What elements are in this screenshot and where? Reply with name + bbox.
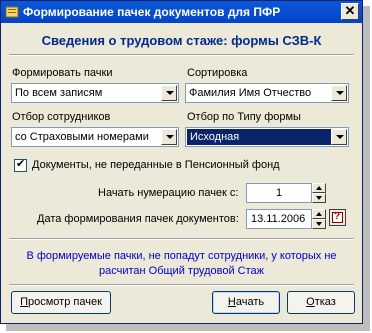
employee-filter-value: со Страховыми номерами bbox=[15, 131, 149, 143]
preview-packs-button[interactable]: Просмотр пачек bbox=[11, 291, 111, 314]
spin-up-icon[interactable] bbox=[312, 183, 326, 193]
date-value: 13.11.2006 bbox=[251, 213, 306, 225]
employee-filter-label: Отбор сотрудников bbox=[12, 111, 111, 123]
sort-value: Фамилия Имя Отчество bbox=[189, 87, 312, 99]
form-type-value: Исходная bbox=[187, 129, 337, 145]
chevron-down-icon[interactable] bbox=[161, 129, 177, 145]
sort-label: Сортировка bbox=[187, 67, 248, 79]
cancel-button[interactable]: Отказ bbox=[287, 291, 355, 314]
warning-note: В формируемые пачки, не попадут сотрудни… bbox=[11, 249, 352, 279]
preview-packs-label: росмотр пачек bbox=[28, 296, 102, 308]
dialog-window: Формирование пачек документов для ПФР ✕ … bbox=[0, 0, 363, 324]
form-packs-combo[interactable]: По всем записям bbox=[11, 83, 179, 103]
numbering-input[interactable]: 1 bbox=[246, 183, 312, 203]
form-heading: Сведения о трудовом стаже: формы СЗВ-К bbox=[41, 33, 322, 48]
close-button[interactable]: ✕ bbox=[341, 3, 359, 20]
window-title: Формирование пачек документов для ПФР bbox=[23, 5, 281, 19]
cancel-label: тказ bbox=[314, 296, 336, 308]
form-type-label: Отбор по Типу формы bbox=[187, 111, 301, 123]
sort-combo[interactable]: Фамилия Имя Отчество bbox=[185, 83, 349, 103]
start-button[interactable]: Начать bbox=[212, 291, 280, 314]
warning-note-line1: В формируемые пачки, не попадут сотрудни… bbox=[26, 250, 337, 262]
middle-divider bbox=[9, 238, 354, 240]
date-spinner[interactable] bbox=[312, 209, 326, 229]
chevron-down-icon[interactable] bbox=[331, 129, 347, 145]
start-hotkey: Н bbox=[227, 296, 236, 308]
form-packs-label: Формировать пачки bbox=[12, 67, 113, 79]
numbering-label: Начать нумерацию пачек с: bbox=[98, 187, 239, 199]
calendar-icon[interactable] bbox=[329, 209, 346, 226]
employee-filter-combo[interactable]: со Страховыми номерами bbox=[11, 127, 179, 147]
warning-note-line2: расчитан Общий трудовой Стаж bbox=[99, 265, 264, 277]
date-label: Дата формирования пачек документов: bbox=[37, 213, 239, 225]
preview-packs-hotkey: П bbox=[20, 296, 28, 308]
numbering-value: 1 bbox=[276, 187, 283, 199]
spin-down-icon[interactable] bbox=[312, 219, 326, 229]
start-label: ачать bbox=[235, 296, 265, 308]
not-sent-checkbox-label[interactable]: Документы, не переданные в Пенсионный фо… bbox=[32, 159, 280, 171]
not-sent-checkbox[interactable] bbox=[14, 157, 27, 172]
chevron-down-icon[interactable] bbox=[161, 85, 177, 101]
top-divider bbox=[9, 54, 354, 56]
cancel-hotkey: О bbox=[306, 296, 315, 308]
app-icon bbox=[5, 6, 19, 18]
spin-up-icon[interactable] bbox=[312, 209, 326, 219]
chevron-down-icon[interactable] bbox=[331, 85, 347, 101]
form-type-combo[interactable]: Исходная bbox=[185, 127, 349, 147]
title-bar[interactable]: Формирование пачек документов для ПФР ✕ bbox=[1, 1, 362, 23]
bottom-divider bbox=[9, 284, 354, 286]
form-packs-value: По всем записям bbox=[15, 87, 103, 99]
numbering-spinner[interactable] bbox=[312, 183, 326, 203]
spin-down-icon[interactable] bbox=[312, 193, 326, 203]
date-input[interactable]: 13.11.2006 bbox=[246, 209, 312, 229]
